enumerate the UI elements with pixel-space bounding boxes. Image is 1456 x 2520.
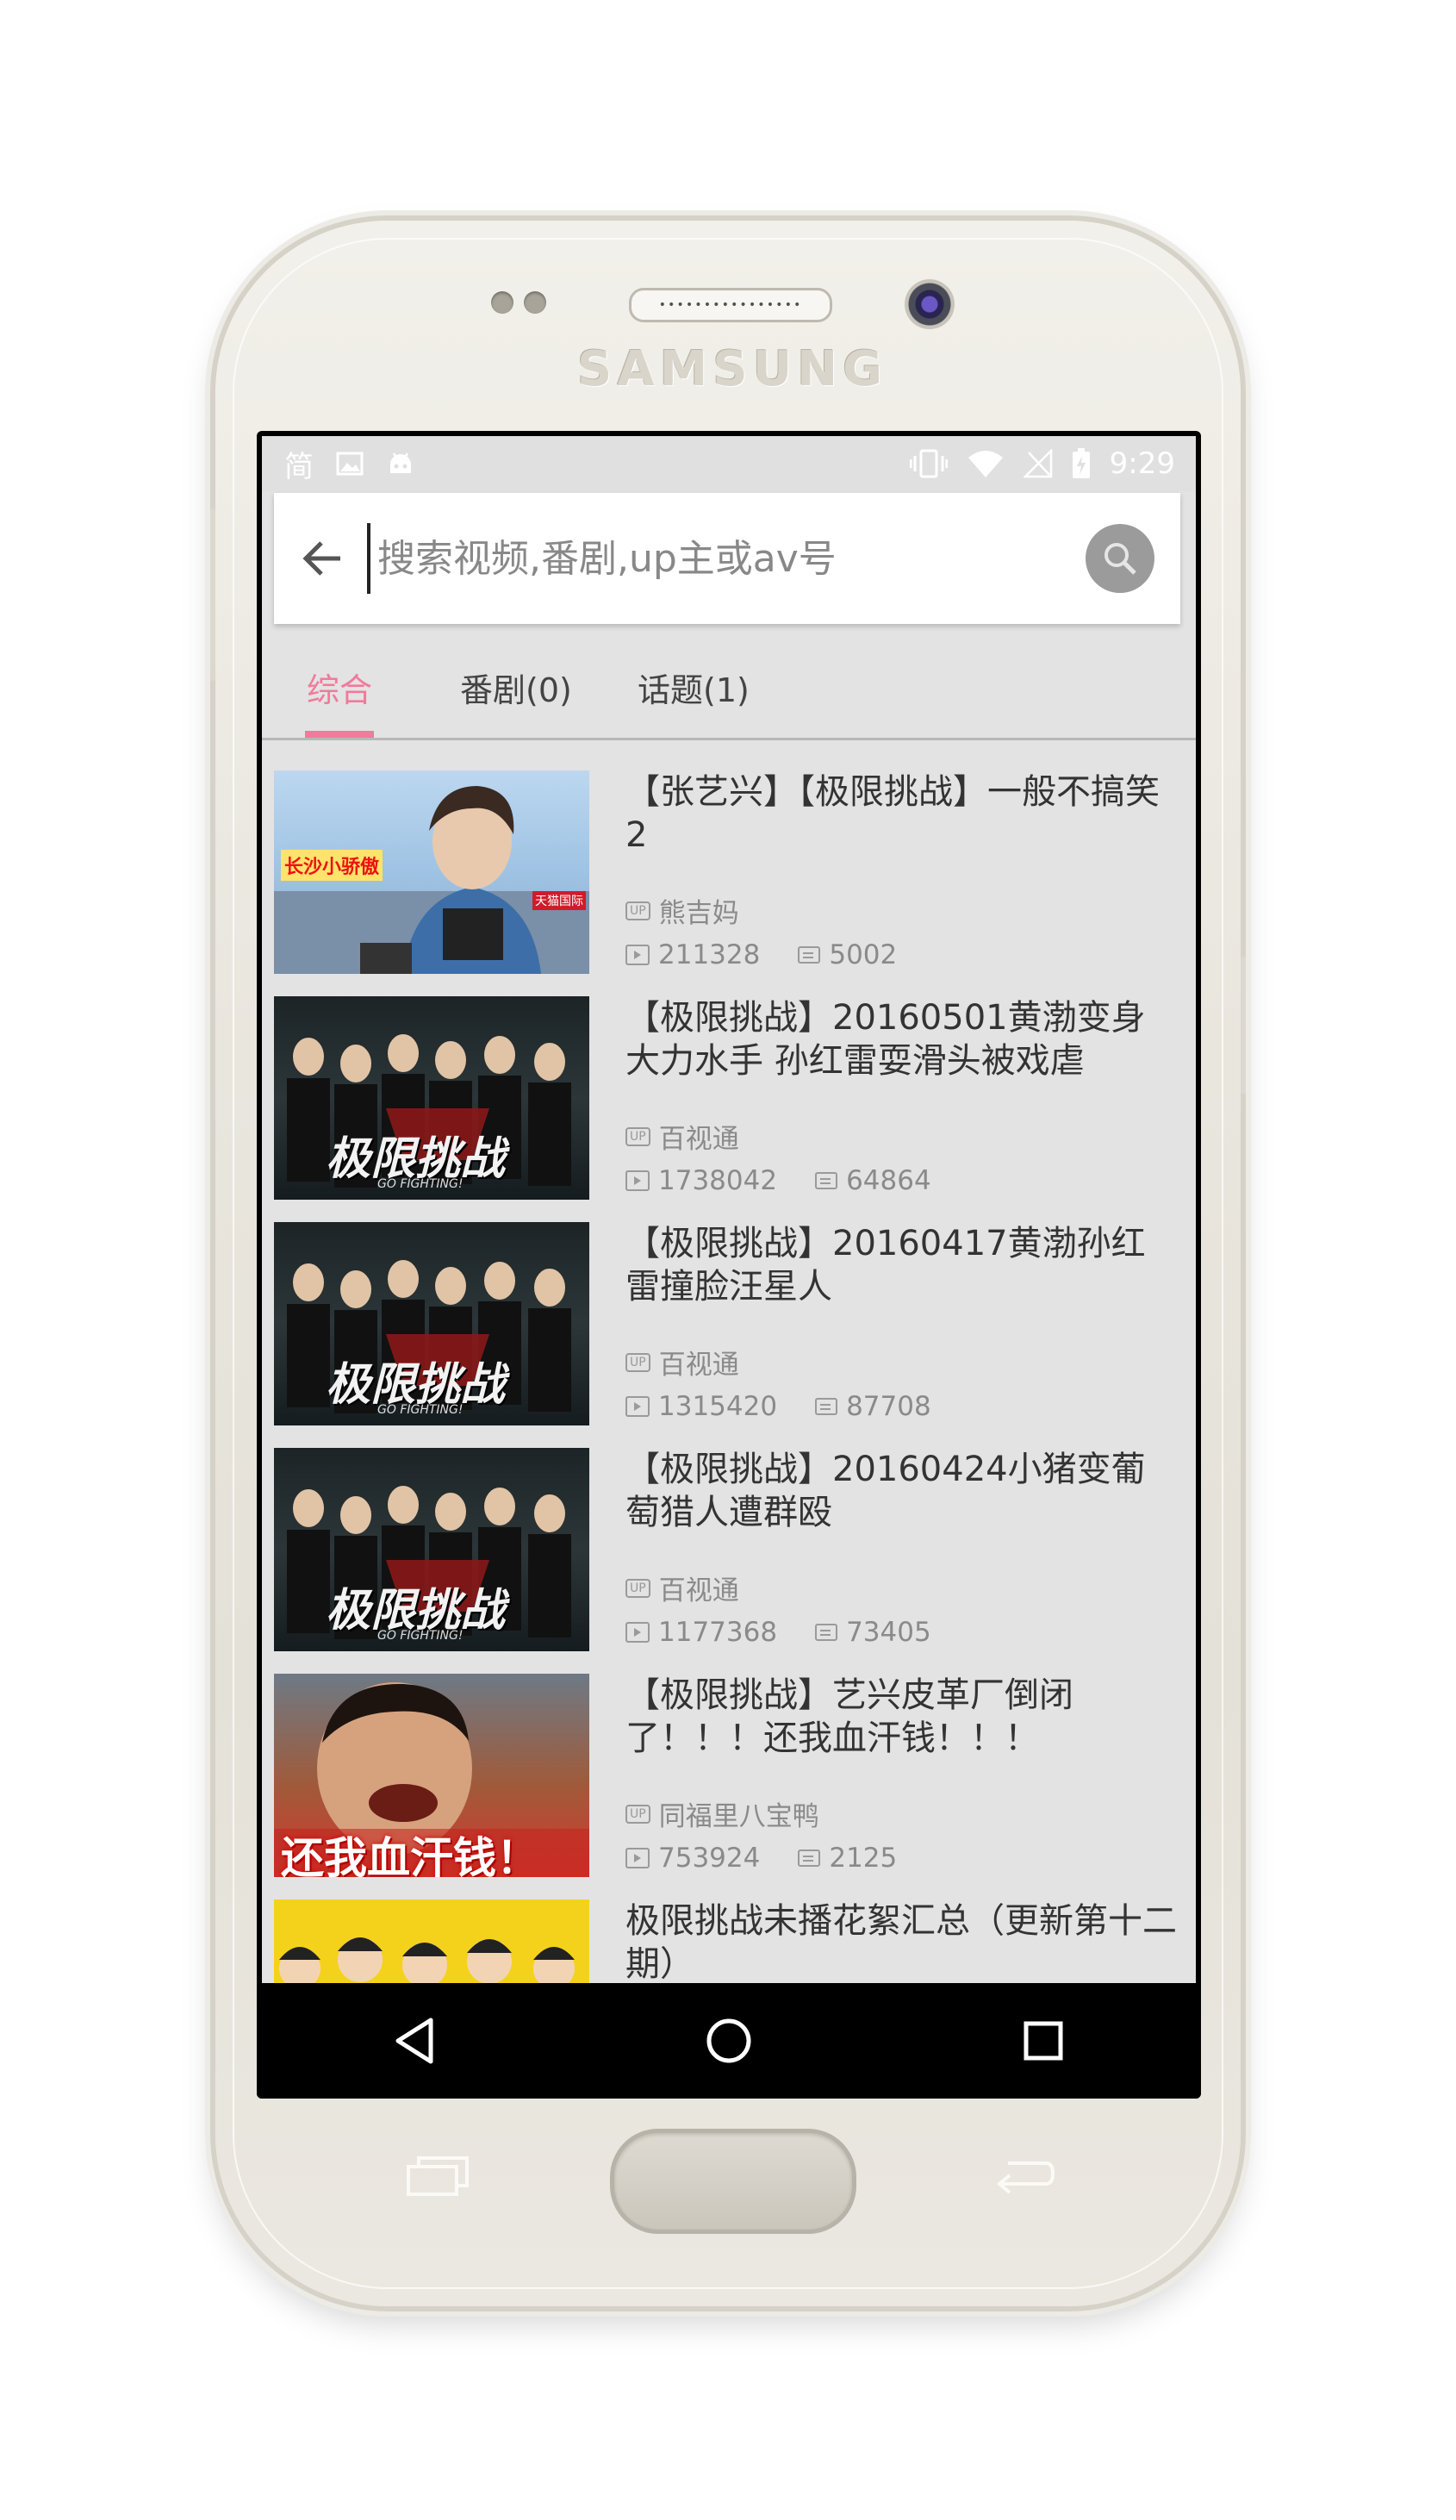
up-badge-icon: UP [625,1352,650,1372]
danmaku-count: 5002 [829,939,898,970]
list-item[interactable]: 还我血汗钱！ 【极限挑战】艺兴皮革厂倒闭了！！！还我血汗钱！！！ UP 同福里八… [262,1674,1196,1898]
video-title[interactable]: 【极限挑战】20160417黄渤孙红雷撞脸汪星人 [625,1222,1177,1308]
uploader-row: UP 百视通 [625,1343,739,1382]
uploader-row: UP 百视通 [625,1569,739,1607]
uploader-name: 同福里八宝鸭 [658,1801,819,1832]
video-title[interactable]: 【极限挑战】艺兴皮革厂倒闭了！！！还我血汗钱！！！ [625,1674,1177,1760]
play-count-icon [625,1622,650,1643]
danmaku-count: 87708 [846,1391,931,1422]
video-thumbnail[interactable]: 还我血汗钱！ [274,1674,589,1877]
video-title[interactable]: 极限挑战未播花絮汇总（更新第十二期） [625,1899,1177,1983]
vibrate-icon [909,449,948,478]
list-item[interactable]: 长沙小骄傲 天猫国际 【张艺兴】【极限挑战】一般不搞笑2 UP 熊吉妈 2113… [262,770,1196,995]
light-sensor [524,291,546,314]
uploader-name: 百视通 [658,1575,739,1606]
thumbnail-caption: 还我血汗钱！ [281,1833,539,1877]
video-thumbnail[interactable]: 极限挑战 GO FIGHTING! [274,996,589,1200]
app-content: 简 9:29 搜索视频,番剧,up主或av号 综合 番剧(0) 话题(1) 长沙… [262,436,1196,1983]
play-count-icon [625,1848,650,1868]
stats-row: 1177368 73405 [625,1617,931,1648]
video-thumbnail[interactable]: 极限挑战 GO FIGHTING! [274,1448,589,1651]
hardware-recents-icon [405,2155,470,2201]
proximity-sensor [491,291,513,314]
status-time: 9:29 [1109,446,1175,481]
play-count: 753924 [658,1843,761,1874]
video-thumbnail[interactable]: 极限挑战 GO FIGHTING! [274,1222,589,1425]
status-bar: 简 9:29 [262,436,1196,491]
up-badge-icon: UP [625,1804,650,1824]
video-title[interactable]: 【极限挑战】20160424小猪变葡萄猎人遭群殴 [625,1448,1177,1534]
search-input[interactable] [367,523,1086,594]
list-item[interactable]: 极限挑战 GO FIGHTING! 【极限挑战】20160417黄渤孙红雷撞脸汪… [262,1222,1196,1446]
nav-home-icon[interactable] [677,1998,781,2084]
play-count: 1738042 [658,1165,778,1196]
nav-back-icon[interactable] [363,1998,466,2084]
battery-charging-icon [1072,448,1091,479]
thumbnail-caption: 长沙小骄傲 [281,850,383,881]
brand-logo: SAMSUNG [577,341,888,397]
thumbnail-subcaption: GO FIGHTING! [377,1629,464,1643]
danmaku-icon [815,1624,838,1641]
tab-bangumi[interactable]: 番剧(0) [460,636,572,738]
danmaku-count: 64864 [846,1165,931,1196]
hardware-home-button[interactable] [610,2129,856,2234]
search-bar [274,493,1180,624]
video-thumbnail[interactable]: 长沙小骄傲 天猫国际 [274,770,589,974]
uploader-row: UP 熊吉妈 [625,891,739,930]
front-camera [905,279,955,329]
power-button [1241,957,1246,1095]
tab-all[interactable]: 综合 [307,636,372,738]
uploader-name: 百视通 [658,1350,739,1381]
list-item[interactable]: 极限挑战 GO FIGHTING! 【极限挑战】20160424小猪变葡萄猎人遭… [262,1448,1196,1672]
back-arrow-icon[interactable] [293,528,353,589]
play-count: 211328 [658,939,761,970]
no-signal-icon [1023,449,1053,478]
hardware-back-icon [991,2155,1056,2201]
thumbnail-subcaption: GO FIGHTING! [377,1403,464,1417]
ime-indicator: 简 [284,449,314,484]
uploader-row: UP 百视通 [625,1117,739,1156]
tab-topics[interactable]: 话题(1) [638,636,750,738]
tab-bar: 综合 番剧(0) 话题(1) [262,636,1196,740]
danmaku-count: 73405 [846,1617,931,1648]
image-icon [336,452,364,476]
list-item[interactable]: 极限挑战 GO FIGHTING! 【极限挑战】20160501黄渤变身大力水手… [262,996,1196,1220]
danmaku-icon [815,1172,838,1189]
danmaku-icon [798,946,821,964]
uploader-name: 百视通 [658,1124,739,1155]
navigation-bar [257,1983,1201,2099]
video-thumbnail[interactable] [274,1899,589,1983]
screen: 简 9:29 搜索视频,番剧,up主或av号 综合 番剧(0) 话题(1) 长沙… [257,431,1201,2099]
thumbnail-subcaption: GO FIGHTING! [377,1177,464,1191]
up-badge-icon: UP [625,901,650,920]
play-count-icon [625,1170,650,1191]
video-title[interactable]: 【极限挑战】20160501黄渤变身大力水手 孙红雷耍滑头被戏虐 [625,996,1177,1082]
up-badge-icon: UP [625,1578,650,1598]
thumbnail-tag: 天猫国际 [532,891,586,910]
stats-row: 1315420 87708 [625,1391,931,1422]
video-title[interactable]: 【张艺兴】【极限挑战】一般不搞笑2 [625,770,1177,857]
android-icon [386,449,415,478]
play-count-icon [625,945,650,965]
stats-row: 211328 5002 [625,939,897,970]
uploader-row: UP 同福里八宝鸭 [625,1794,819,1833]
danmaku-icon [798,1849,821,1867]
active-tab-indicator [305,731,374,738]
stats-row: 753924 2125 [625,1843,897,1874]
play-count: 1177368 [658,1617,778,1648]
nav-recents-icon[interactable] [992,1998,1095,2084]
volume-button [210,508,215,681]
earpiece-speaker: •••••••••••••••• [629,288,832,322]
stats-row: 1738042 64864 [625,1165,931,1196]
play-count: 1315420 [658,1391,778,1422]
danmaku-count: 2125 [829,1843,898,1874]
search-button[interactable] [1086,524,1154,593]
uploader-name: 熊吉妈 [658,898,739,929]
play-count-icon [625,1396,650,1417]
danmaku-icon [815,1398,838,1415]
search-icon [1104,543,1136,575]
list-item[interactable]: 极限挑战未播花絮汇总（更新第十二期） [262,1899,1196,1983]
wifi-icon [967,449,1005,478]
up-badge-icon: UP [625,1126,650,1146]
